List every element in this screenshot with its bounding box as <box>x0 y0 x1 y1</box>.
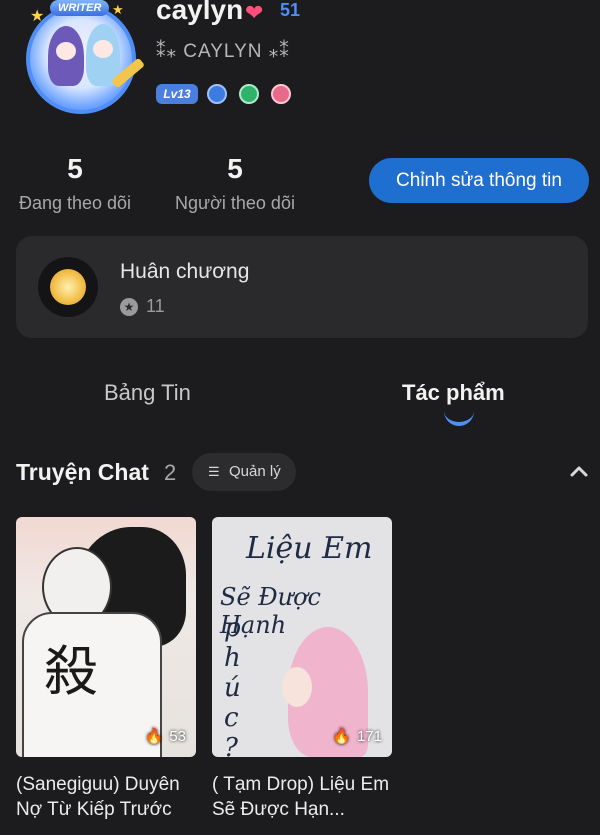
heart-icon: ❤ <box>245 0 264 25</box>
tab-works[interactable]: Tác phẩm <box>402 380 505 406</box>
profile-subtitle: ⁑⁎ CAYLYN ⁎⁑ <box>156 41 290 62</box>
medals-title: Huân chương <box>120 260 250 283</box>
view-count: 🔥 171 <box>332 728 382 745</box>
cover-text-line: Liệu Em <box>246 531 373 566</box>
chevron-up-icon[interactable] <box>568 460 590 482</box>
username: caylyn <box>156 0 244 25</box>
cover-kanji: 殺 <box>44 640 98 703</box>
star-circle-icon: ★ <box>120 298 138 316</box>
story-title[interactable]: ( Tạm Drop) Liệu Em Sẽ Được Hạn... <box>212 772 398 822</box>
sort-icon: ☰ <box>208 464 220 479</box>
medals-count: 11 <box>146 296 165 316</box>
star-icon: ★ <box>112 2 124 17</box>
avatar-face-right <box>93 40 113 58</box>
followers-label: Người theo dõi <box>175 193 295 213</box>
followers-stat[interactable]: 5 Người theo dõi <box>170 153 300 214</box>
cover-face <box>282 667 312 707</box>
manage-label: Quản lý <box>229 463 281 480</box>
story-title[interactable]: (Sanegiguu) Duyên Nợ Từ Kiếp Trước <box>16 772 202 822</box>
pink-gem-badge-icon[interactable] <box>271 84 291 104</box>
story-cover[interactable]: Liệu Em Sẽ Được Hạnh p h ú c ? 🔥 171 <box>212 517 392 757</box>
level-count: 51 <box>280 0 301 20</box>
following-label: Đang theo dõi <box>18 193 132 213</box>
followers-count: 5 <box>227 153 243 184</box>
following-count: 5 <box>67 153 83 184</box>
section-count: 2 <box>164 460 177 485</box>
medals-card[interactable]: Huân chương ★ 11 <box>16 236 588 338</box>
active-tab-indicator <box>444 410 474 426</box>
edit-profile-button[interactable]: Chỉnh sửa thông tin <box>369 158 589 203</box>
view-count: 🔥 53 <box>144 728 186 745</box>
cover-text-line: p h ú c ? <box>224 613 241 757</box>
blue-gem-badge-icon[interactable] <box>207 84 227 104</box>
medal-emblem <box>50 269 86 305</box>
green-gem-badge-icon[interactable] <box>239 84 259 104</box>
avatar-face-left <box>56 42 76 60</box>
flame-icon: 🔥 <box>332 728 351 745</box>
section-title: Truyện Chat <box>16 459 149 485</box>
star-icon: ★ <box>30 8 45 25</box>
medal-icon <box>38 257 98 317</box>
writer-badge: WRITER <box>50 0 110 16</box>
flame-icon: 🔥 <box>144 728 164 745</box>
following-stat[interactable]: 5 Đang theo dõi <box>10 153 140 214</box>
level-badge[interactable]: Lv13 <box>156 84 198 104</box>
manage-button[interactable]: ☰ Quản lý <box>192 453 296 491</box>
profile-avatar[interactable]: WRITER ★ ★ <box>18 0 148 118</box>
tab-feed[interactable]: Bảng Tin <box>104 380 191 406</box>
story-cover[interactable]: 殺 🔥 53 <box>16 517 196 757</box>
